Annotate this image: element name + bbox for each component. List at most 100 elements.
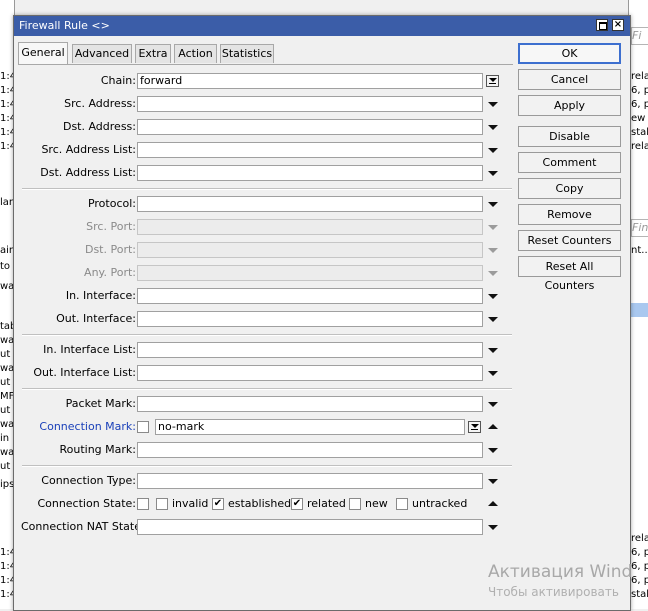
connection-mark-dropdown-button[interactable] [468,421,481,433]
connection-state-negate-checkbox[interactable] [137,498,149,510]
routing-mark-dropdown-icon[interactable] [486,442,498,458]
background-row: tab [0,321,14,332]
out-interface-field[interactable] [137,311,483,327]
packet-mark-field[interactable] [137,396,483,412]
connection-mark-field[interactable]: no-mark [155,419,465,435]
chain-dropdown-button[interactable] [486,75,499,87]
activation-watermark-text: Чтобы активировать [488,585,619,599]
chain-field[interactable]: forward [137,73,483,89]
tab-general[interactable]: General [18,42,68,64]
src-address-field[interactable] [137,96,483,112]
connection-nat-state-dropdown-icon[interactable] [486,519,498,535]
in-interface-list-field[interactable] [137,342,483,358]
reset-all-counters-button[interactable]: Reset All Counters [518,256,621,292]
connection-state-established-label: established [228,497,292,510]
background-row: 1:4 [0,547,14,558]
background-text: nt... [631,245,648,256]
src-port-field [137,219,483,235]
connection-state-related-checkbox[interactable]: ✔ [291,498,303,510]
title-bar[interactable]: Firewall Rule <> × [14,16,630,36]
any-port-dropdown-icon [486,265,498,281]
src-address-list-dropdown-icon[interactable] [486,142,498,158]
protocol-field[interactable] [137,196,483,212]
background-row: 1:4 [0,141,14,152]
background-row: stabl [631,127,648,138]
background-search-input[interactable]: Fi [631,27,648,45]
in-interface-label: In. Interface: [65,289,136,302]
remove-button[interactable]: Remove [518,204,621,225]
connection-state-invalid-label: invalid [172,497,209,510]
connection-state-label: Connection State: [37,497,136,510]
tab-statistics[interactable]: Statistics [220,44,274,63]
background-row: 1:4 [0,575,14,586]
out-interface-list-field[interactable] [137,365,483,381]
background-selected-row [629,303,648,317]
src-port-label: Src. Port: [86,220,136,233]
maximize-button[interactable] [596,19,608,31]
background-row: wa [0,363,14,374]
background-row: 6, pr [631,85,648,96]
connection-nat-state-field[interactable] [137,519,483,535]
in-interface-field[interactable] [137,288,483,304]
src-address-dropdown-icon[interactable] [486,96,498,112]
connection-state-untracked-checkbox[interactable] [396,498,408,510]
dst-address-field[interactable] [137,119,483,135]
chain-label: Chain: [100,74,136,87]
background-row: 1:4 [0,99,14,110]
packet-mark-dropdown-icon[interactable] [486,396,498,412]
background-row: 1:4 [0,71,14,82]
background-row: in [0,433,10,444]
general-tab-panel: Chain: forward Src. Address: Dst. Addres… [18,64,513,545]
src-address-label: Src. Address: [64,97,136,110]
out-interface-list-dropdown-icon[interactable] [486,365,498,381]
in-interface-dropdown-icon[interactable] [486,288,498,304]
background-row: rela [631,141,648,152]
routing-mark-field[interactable] [137,442,483,458]
ok-button[interactable]: OK [518,43,621,64]
background-row: to [0,261,11,272]
out-interface-dropdown-icon[interactable] [486,311,498,327]
any-port-label: Any. Port: [84,266,136,279]
connection-mark-negate-checkbox[interactable] [137,421,149,433]
tab-advanced[interactable]: Advanced [72,44,132,63]
connection-state-established-checkbox[interactable]: ✔ [212,498,224,510]
background-row: rela [631,533,648,544]
background-row: 6, pr [631,575,648,586]
background-row: lan [0,197,14,208]
background-row: wa [0,447,14,458]
reset-counters-button[interactable]: Reset Counters [518,230,621,251]
background-find-input[interactable]: Find [631,219,648,237]
src-address-list-label: Src. Address List: [41,143,136,156]
dst-address-list-dropdown-icon[interactable] [486,165,498,181]
in-interface-list-dropdown-icon[interactable] [486,342,498,358]
connection-state-invalid-checkbox[interactable] [156,498,168,510]
background-row: 6, pr [631,547,648,558]
background-window-right: Fi Find nt... rela 6, pr 6, pr ew s stabl rel… [628,0,648,609]
background-row: ew s [631,113,648,124]
connection-mark-label: Connection Mark: [39,420,136,433]
connection-type-dropdown-icon[interactable] [486,473,498,489]
src-address-list-field[interactable] [137,142,483,158]
connection-mark-collapse-icon[interactable] [486,419,498,435]
any-port-field [137,265,483,281]
connection-state-collapse-icon[interactable] [486,496,498,512]
tab-extra[interactable]: Extra [135,44,171,63]
apply-button[interactable]: Apply [518,95,621,116]
comment-button[interactable]: Comment [518,152,621,173]
connection-nat-state-label: Connection NAT State: [21,520,145,533]
tab-action[interactable]: Action [174,44,217,63]
connection-state-new-checkbox[interactable] [349,498,361,510]
dst-port-dropdown-icon [486,242,498,258]
connection-type-field[interactable] [137,473,483,489]
copy-button[interactable]: Copy [518,178,621,199]
background-row: 1:4 [0,561,14,572]
cancel-button[interactable]: Cancel [518,69,621,90]
dst-address-dropdown-icon[interactable] [486,119,498,135]
background-row: ut [0,405,11,416]
background-row: 1:4 [0,85,14,96]
close-button[interactable]: × [612,19,624,31]
protocol-dropdown-icon[interactable] [486,196,498,212]
background-row: wa [0,335,14,346]
disable-button[interactable]: Disable [518,126,621,147]
dst-address-list-field[interactable] [137,165,483,181]
